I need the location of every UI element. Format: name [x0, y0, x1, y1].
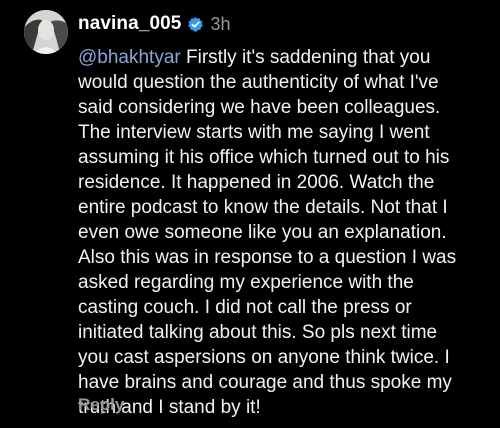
verified-badge-icon [187, 16, 204, 33]
comment-line: said considering we have been colleagues… [78, 97, 441, 118]
timestamp: 3h [210, 13, 231, 34]
comment-line: The interview starts with me saying I we… [78, 122, 430, 143]
comment-header: navina_005 3h [78, 11, 231, 37]
avatar[interactable] [24, 10, 68, 54]
comment-line: casting couch. I did not call the press … [78, 297, 412, 318]
comment-line: initiated talking about this. So pls nex… [78, 322, 438, 343]
comment-text: @bhakhtyar Firstly it's saddening that y… [78, 45, 490, 420]
mention-link[interactable]: @bhakhtyar [78, 47, 181, 68]
comment-line: residence. It happened in 2006. Watch th… [78, 172, 435, 193]
comment-line: have brains and courage and thus spoke m… [78, 372, 452, 393]
comment-line: @bhakhtyar Firstly it's saddening that y… [78, 45, 490, 70]
comment-line: even owe someone like you an explanation… [78, 222, 447, 243]
comment-line-text: Firstly it's saddening that you [180, 47, 431, 68]
comment-line: truth and I stand by it! [78, 397, 261, 418]
comment-line: you cast aspersions on anyone think twic… [78, 347, 450, 368]
comment-line: Also this was in response to a question … [78, 247, 457, 268]
comment-line: asked regarding my experience with the [78, 272, 414, 293]
comment-line: entire podcast to know the details. Not … [78, 197, 448, 218]
comment: navina_005 3h @bhakhtyar Firstly it's sa… [0, 0, 500, 428]
avatar-image [24, 10, 68, 54]
username[interactable]: navina_005 [78, 13, 181, 35]
reply-button[interactable]: Reply [78, 395, 124, 415]
comment-line: assuming it his office which turned out … [78, 147, 450, 168]
comment-line: would question the authenticity of what … [78, 72, 439, 93]
